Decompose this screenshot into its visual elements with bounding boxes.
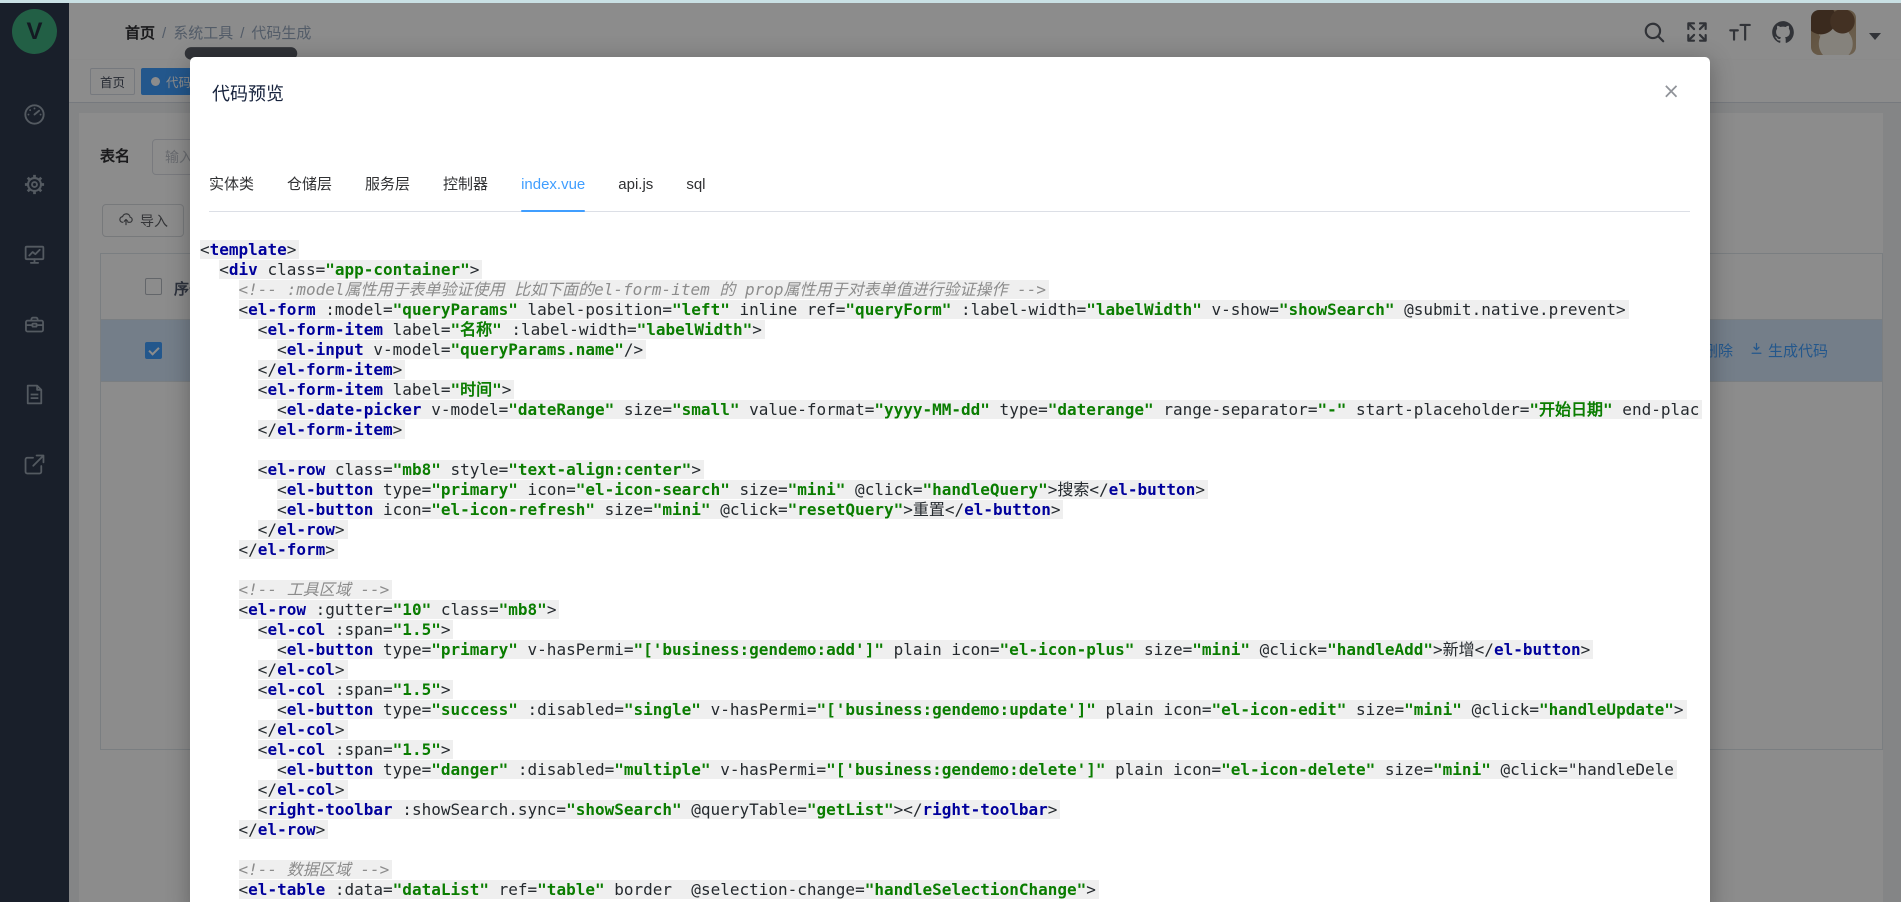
code-line: </el-form-item> [200,420,1705,440]
code-block[interactable]: <template> <div class="app-container"> <… [200,240,1705,902]
tab-服务层[interactable]: 服务层 [365,174,410,211]
code-line: <el-input v-model="queryParams.name"/> [200,340,1705,360]
code-line: <el-form :model="queryParams" label-posi… [200,300,1705,320]
code-line: <el-col :span="1.5"> [200,620,1705,640]
close-icon[interactable]: × [1662,81,1680,102]
tab-sql[interactable]: sql [686,174,705,211]
tab-控制器[interactable]: 控制器 [443,174,488,211]
code-line: </el-col> [200,780,1705,800]
code-content: <template> <div class="app-container"> <… [200,240,1705,900]
code-tabs: 实体类仓储层服务层控制器 index.vue api.js sql [209,174,1690,212]
code-line: </el-col> [200,720,1705,740]
code-line: <el-table :data="dataList" ref="table" b… [200,880,1705,900]
code-line: <el-button type="primary" v-hasPermi="['… [200,640,1705,660]
code-line [200,440,1705,460]
tab-实体类[interactable]: 实体类 [209,174,254,211]
code-line: </el-form> [200,540,1705,560]
code-line: <el-form-item label="时间"> [200,380,1705,400]
code-line: <el-button icon="el-icon-refresh" size="… [200,500,1705,520]
code-line: <el-form-item label="名称" :label-width="l… [200,320,1705,340]
code-line: </el-row> [200,520,1705,540]
code-line: <!-- :model属性用于表单验证使用 比如下面的el-form-item … [200,280,1705,300]
dialog-title: 代码预览 [212,80,284,106]
code-line: </el-row> [200,820,1705,840]
code-line: <el-col :span="1.5"> [200,740,1705,760]
code-line: <div class="app-container"> [200,260,1705,280]
app-window: V 首页/系统工具/代码生成 首页代码生成 表名 导入 序号 [0,0,1901,902]
code-line: <template> [200,240,1705,260]
code-preview-dialog: 代码预览 × 实体类仓储层服务层控制器 index.vue api.js sql <t… [190,57,1710,902]
tab-index.vue[interactable]: index.vue [521,174,585,211]
tab-api.js[interactable]: api.js [618,174,653,211]
code-line: <el-button type="danger" :disabled="mult… [200,760,1705,780]
window-chrome-strip [0,0,1901,3]
code-line: <el-button type="success" :disabled="sin… [200,700,1705,720]
code-line [200,560,1705,580]
code-line: <el-button type="primary" icon="el-icon-… [200,480,1705,500]
code-line: <el-date-picker v-model="dateRange" size… [200,400,1705,420]
code-line [200,840,1705,860]
code-line: <!-- 工具区域 --> [200,580,1705,600]
code-line: <el-row :gutter="10" class="mb8"> [200,600,1705,620]
code-line: <el-col :span="1.5"> [200,680,1705,700]
code-line: <!-- 数据区域 --> [200,860,1705,880]
code-line: <right-toolbar :showSearch.sync="showSea… [200,800,1705,820]
code-line: <el-row class="mb8" style="text-align:ce… [200,460,1705,480]
tab-仓储层[interactable]: 仓储层 [287,174,332,211]
code-line: </el-col> [200,660,1705,680]
code-line: </el-form-item> [200,360,1705,380]
